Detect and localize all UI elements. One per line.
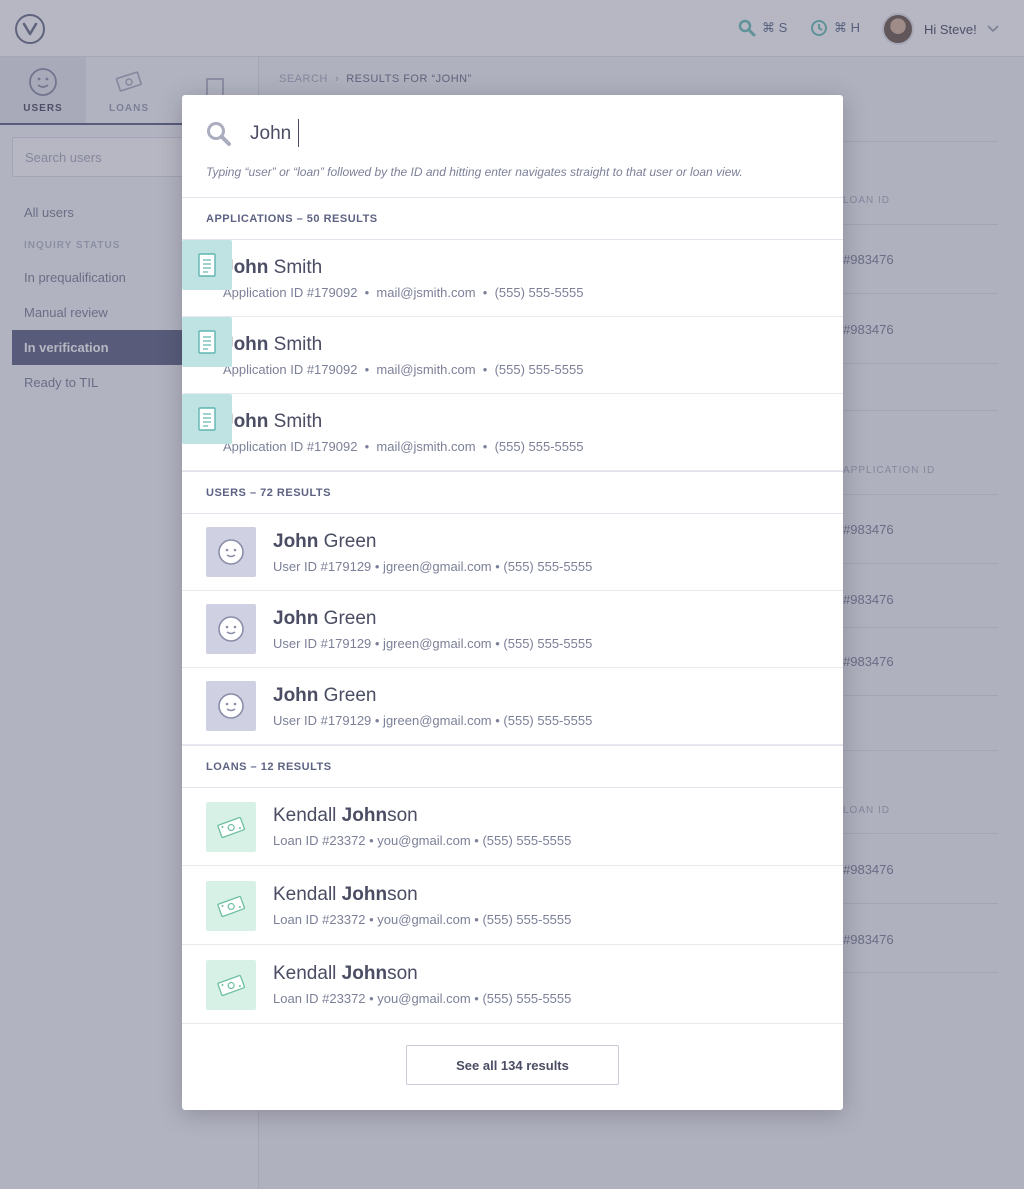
result-name: John Smith [223,257,583,279]
result-meta: Application ID #179092 • mail@jsmith.com… [223,284,584,300]
result-row-app[interactable]: John Smith Application ID #179092 • mail@… [182,394,843,471]
result-name: John Green [273,531,592,553]
result-name-prefix: Kendall [273,884,342,905]
result-meta: Loan ID #23372 • you@gmail.com • (555) 5… [273,833,572,848]
user-thumbnail-icon [206,681,256,731]
loan-thumbnail-icon [206,880,256,931]
result-name-rest: son [387,884,418,905]
result-name-rest: Smith [268,333,323,355]
result-meta: Loan ID #23372 • you@gmail.com • (555) 5… [273,991,572,1006]
see-all-results-button[interactable]: See all 134 results [406,1045,619,1085]
result-name-match: John [341,805,388,826]
app-thumbnail-icon [182,317,232,367]
result-name: Kendall Johnson [273,884,571,906]
result-row-loan[interactable]: Kendall Johnson Loan ID #23372 • you@gmai… [182,788,843,866]
modal-footer: See all 134 results [182,1020,843,1110]
result-text: Kendall Johnson Loan ID #23372 • you@gmai… [273,884,571,927]
result-name: Kendall Johnson [273,805,571,827]
search-modal: Typing “user” or “loan” followed by the … [182,95,843,1110]
result-text: John Green User ID #179129 • jgreen@gmail… [273,685,592,728]
result-name-rest: Green [318,684,377,706]
search-hint: Typing “user” or “loan” followed by the … [206,165,743,179]
search-icon [207,122,231,146]
result-name-prefix: Kendall [273,805,342,826]
result-meta: User ID #179129 • jgreen@gmail.com • (55… [273,558,593,574]
result-name: John Smith [223,334,583,356]
result-name-rest: Smith [268,256,323,278]
global-search-input[interactable] [250,119,770,149]
result-text: John Green User ID #179129 • jgreen@gmail… [273,608,592,651]
loan-thumbnail-icon [206,959,256,1010]
user-thumbnail-icon [206,604,256,654]
result-name-rest: son [387,963,418,984]
result-row-app[interactable]: John Smith Application ID #179092 • mail@… [182,240,843,317]
result-text: John Smith Application ID #179092 • mail@… [223,334,583,377]
result-meta: Application ID #179092 • mail@jsmith.com… [223,438,584,454]
result-meta: User ID #179129 • jgreen@gmail.com • (55… [273,712,593,728]
result-name: Kendall Johnson [273,963,571,985]
result-row-user[interactable]: John Green User ID #179129 • jgreen@gmail… [182,668,843,745]
result-name-match: John [273,607,319,629]
result-row-user[interactable]: John Green User ID #179129 • jgreen@gmail… [182,591,843,668]
user-thumbnail-icon [206,527,256,577]
result-text: John Green User ID #179129 • jgreen@gmail… [273,531,592,574]
result-name-prefix: Kendall [273,963,342,984]
text-caret [298,119,299,147]
result-name-match: John [273,530,319,552]
result-text: John Smith Application ID #179092 • mail@… [223,257,583,300]
result-meta: Application ID #179092 • mail@jsmith.com… [223,361,584,377]
result-text: John Smith Application ID #179092 • mail@… [223,411,583,454]
result-name: John Green [273,685,592,707]
result-name-rest: Smith [268,410,323,432]
app-thumbnail-icon [182,394,232,444]
result-name: John Green [273,608,592,630]
result-name-rest: Green [318,530,377,552]
modal-search-row [206,119,770,149]
result-name-rest: Green [318,607,377,629]
section-header-app: APPLICATIONS – 50 RESULTS [182,197,843,240]
loan-thumbnail-icon [206,801,256,852]
result-row-loan[interactable]: Kendall Johnson Loan ID #23372 • you@gmai… [182,946,843,1024]
result-row-loan[interactable]: Kendall Johnson Loan ID #23372 • you@gmai… [182,867,843,945]
result-text: Kendall Johnson Loan ID #23372 • you@gmai… [273,805,571,848]
result-meta: Loan ID #23372 • you@gmail.com • (555) 5… [273,912,572,927]
result-name-match: John [341,963,388,984]
section-header-loan: LOANS – 12 RESULTS [182,745,843,788]
result-row-user[interactable]: John Green User ID #179129 • jgreen@gmail… [182,514,843,591]
result-name-match: John [341,884,388,905]
result-meta: User ID #179129 • jgreen@gmail.com • (55… [273,635,593,651]
result-name: John Smith [223,411,583,433]
result-text: Kendall Johnson Loan ID #23372 • you@gmai… [273,963,571,1006]
section-header-user: USERS – 72 RESULTS [182,471,843,514]
result-name-rest: son [387,805,418,826]
result-row-app[interactable]: John Smith Application ID #179092 • mail@… [182,317,843,394]
result-name-match: John [273,684,319,706]
app-thumbnail-icon [182,240,232,290]
